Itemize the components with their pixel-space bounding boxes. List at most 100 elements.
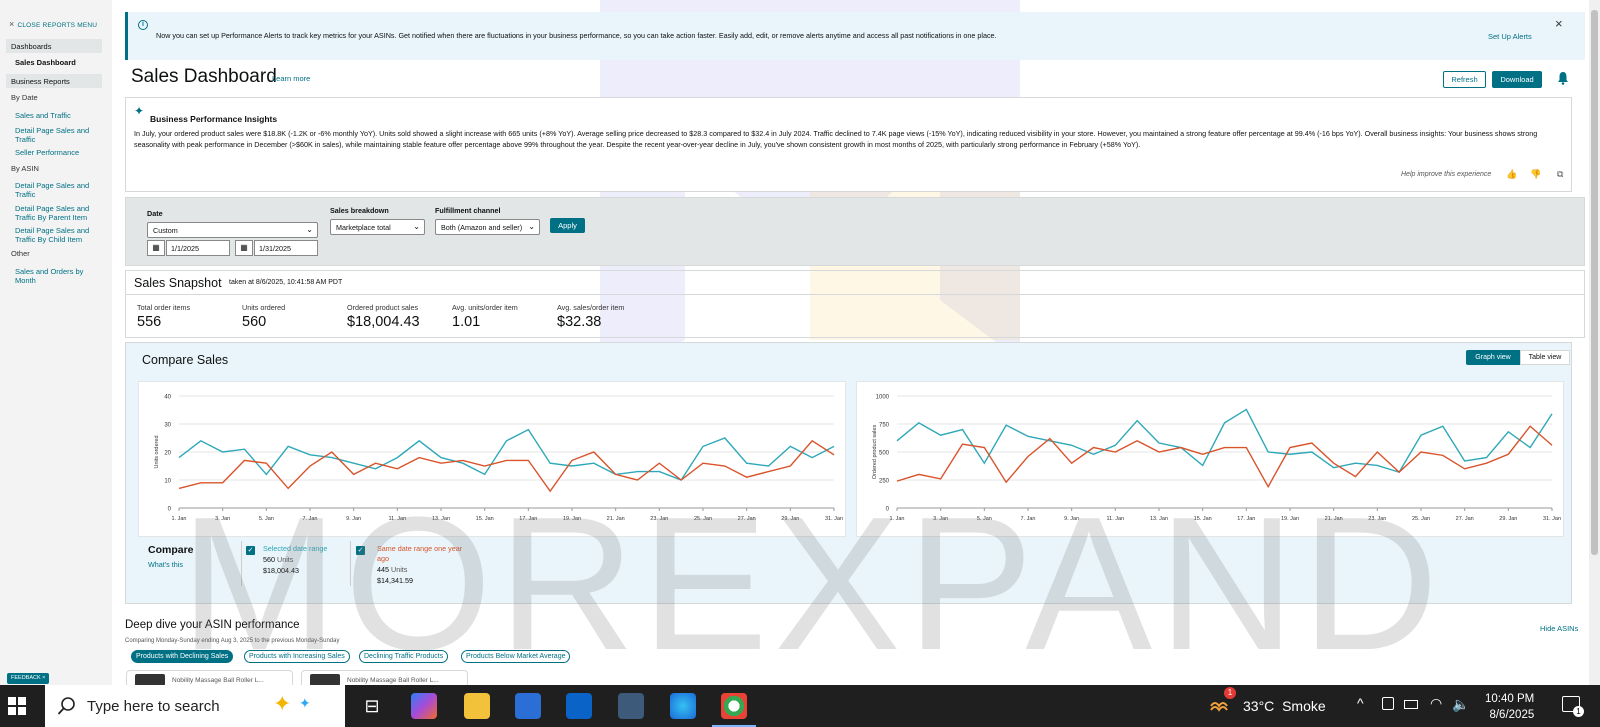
units-suffix: Units bbox=[391, 565, 408, 574]
metric-value: 560 bbox=[242, 314, 267, 330]
selected-units-value: 560 bbox=[263, 555, 275, 564]
microsoft-store-icon[interactable] bbox=[515, 693, 541, 719]
fulfillment-channel-label: Fulfillment channel bbox=[435, 206, 501, 215]
outlook-icon[interactable] bbox=[566, 693, 592, 719]
pill-declining-traffic[interactable]: Declining Traffic Products bbox=[359, 650, 449, 663]
sidebar-item-sales-orders-month[interactable]: Sales and Orders by Month bbox=[15, 267, 93, 285]
selected-range-units: 560 Units bbox=[263, 555, 293, 564]
compare-sales-panel: Compare Sales Graph view Table view 0 10 2… bbox=[125, 342, 1572, 604]
sidebar-item-asin-detail-page[interactable]: Detail Page Sales and Traffic bbox=[15, 181, 95, 199]
thumbs-up-icon[interactable]: 👍 bbox=[1506, 169, 1517, 179]
page-scrollbar[interactable] bbox=[1589, 0, 1600, 685]
hide-asins-link[interactable]: Hide ASINs bbox=[1540, 624, 1578, 633]
wifi-icon[interactable]: ◠ bbox=[1430, 695, 1442, 712]
chrome-icon[interactable] bbox=[721, 693, 747, 719]
y-tick-label: 1000 bbox=[876, 395, 890, 401]
edge-icon[interactable] bbox=[670, 693, 696, 719]
y-tick-label: 10 bbox=[164, 479, 171, 485]
sidebar-item-detail-page-sales-traffic[interactable]: Detail Page Sales and Traffic bbox=[15, 126, 95, 144]
volume-icon[interactable]: 🔈 bbox=[1452, 696, 1469, 713]
sidebar-item-asin-parent[interactable]: Detail Page Sales and Traffic By Parent … bbox=[15, 204, 107, 222]
learn-more-link[interactable]: Learn more bbox=[272, 74, 310, 83]
pill-increasing-sales[interactable]: Products with Increasing Sales bbox=[244, 650, 350, 663]
last-year-label: Same date range one year ago bbox=[377, 544, 463, 563]
refresh-button[interactable]: Refresh bbox=[1443, 71, 1486, 88]
sidebar-item-sales-dashboard[interactable]: Sales Dashboard bbox=[15, 58, 76, 67]
calculator-icon[interactable] bbox=[618, 693, 644, 719]
fulfillment-channel-select[interactable]: Both (Amazon and seller) ⌄ bbox=[435, 219, 540, 235]
system-clock[interactable]: 10:40 PM 8/6/2025 bbox=[1485, 691, 1534, 723]
end-date-input[interactable]: ▦ 1/31/2025 bbox=[235, 240, 319, 256]
metric-avg-sales-order-item: Avg. sales/order item $32.38 bbox=[557, 303, 624, 330]
graph-view-toggle[interactable]: Graph view bbox=[1466, 350, 1520, 365]
download-button[interactable]: Download bbox=[1492, 71, 1542, 88]
sales-breakdown-select[interactable]: Marketplace total ⌄ bbox=[330, 219, 425, 235]
date-range-value: Custom bbox=[153, 226, 178, 235]
close-reports-menu-link[interactable]: × CLOSE REPORTS MENU bbox=[9, 19, 97, 29]
divider bbox=[126, 294, 1584, 295]
chevron-down-icon: ⌄ bbox=[528, 222, 535, 231]
selected-range-label: Selected date range bbox=[263, 544, 328, 553]
sidebar-item-sales-and-traffic[interactable]: Sales and Traffic bbox=[15, 111, 105, 120]
bell-icon[interactable] bbox=[1557, 71, 1569, 85]
x-tick-label: 17. Jan bbox=[519, 516, 537, 522]
metric-label: Avg. sales/order item bbox=[557, 303, 625, 312]
x-tick-label: 25. Jan bbox=[694, 516, 712, 522]
product-card[interactable]: Nobility Massage Ball Roller L... bbox=[126, 670, 293, 686]
sidebar-item-seller-performance[interactable]: Seller Performance bbox=[15, 148, 105, 157]
weather-readout[interactable]: 33°C Smoke bbox=[1243, 698, 1326, 714]
chevron-down-icon: ⌄ bbox=[306, 225, 313, 234]
chevron-down-icon: ⌄ bbox=[413, 222, 420, 231]
sidebar-item-asin-child[interactable]: Detail Page Sales and Traffic By Child I… bbox=[15, 226, 103, 244]
windows-start-icon[interactable] bbox=[8, 697, 26, 715]
units-ordered-chart: 0 10 20 30 40 1. Jan 3. Jan 5. Jan 7. Jan 9. Jan 1… bbox=[138, 381, 846, 537]
divider bbox=[241, 541, 242, 586]
last-year-checkbox[interactable]: ✓ bbox=[356, 546, 365, 555]
thumbs-down-icon[interactable]: 👎 bbox=[1530, 169, 1541, 179]
y-axis-label: Units ordered bbox=[154, 435, 160, 468]
x-tick-label: 17. Jan bbox=[1237, 516, 1255, 522]
sparkles-icon: ✦ bbox=[273, 691, 292, 716]
copy-icon[interactable]: ⧉ bbox=[1557, 169, 1567, 179]
pill-declining-sales[interactable]: Products with Declining Sales bbox=[131, 650, 234, 663]
taskbar-search-box[interactable]: Type here to search ✦ ✦ bbox=[45, 685, 345, 727]
meet-now-icon[interactable] bbox=[1382, 697, 1394, 710]
y-tick-label: 30 bbox=[164, 423, 171, 429]
deep-dive-title: Deep dive your ASIN performance bbox=[125, 619, 300, 631]
file-explorer-icon[interactable] bbox=[464, 693, 490, 719]
product-card[interactable]: Nobility Massage Ball Roller L... bbox=[301, 670, 468, 686]
snapshot-timestamp: taken at 8/6/2025, 10:41:58 AM PDT bbox=[229, 279, 343, 286]
x-tick-label: 29. Jan bbox=[781, 516, 799, 522]
business-insights-panel: ✦ Business Performance Insights In July,… bbox=[125, 97, 1572, 192]
x-tick-label: 19. Jan bbox=[1281, 516, 1299, 522]
copilot-icon[interactable] bbox=[411, 693, 437, 719]
metric-units-ordered: Units ordered 560 bbox=[242, 303, 285, 330]
battery-icon[interactable] bbox=[1404, 700, 1418, 709]
sparkle-icon: ✦ bbox=[134, 104, 145, 118]
apply-button[interactable]: Apply bbox=[550, 218, 585, 233]
chevron-up-icon[interactable]: ^ bbox=[1357, 695, 1364, 711]
pill-below-market-average[interactable]: Products Below Market Average bbox=[461, 650, 571, 663]
setup-alerts-link[interactable]: Set Up Alerts bbox=[1488, 32, 1532, 41]
search-placeholder: Type here to search bbox=[87, 698, 220, 715]
sales-snapshot-panel: Sales Snapshot taken at 8/6/2025, 10:41:… bbox=[125, 270, 1585, 338]
x-tick-label: 23. Jan bbox=[650, 516, 668, 522]
feedback-button[interactable]: FEEDBACK × bbox=[7, 673, 50, 684]
sales-breakdown-label: Sales breakdown bbox=[330, 206, 389, 215]
close-icon: × bbox=[9, 19, 15, 29]
metric-label: Units ordered bbox=[242, 303, 286, 312]
close-icon[interactable]: × bbox=[1555, 16, 1563, 31]
whats-this-link[interactable]: What's this bbox=[148, 560, 183, 569]
x-tick-label: 3. Jan bbox=[215, 516, 230, 522]
selected-range-checkbox[interactable]: ✓ bbox=[246, 546, 255, 555]
series-line bbox=[896, 425, 1553, 489]
metric-total-order-items: Total order items 556 bbox=[137, 303, 190, 330]
sales-chart-svg: 0 250 500 750 1000 1. Jan 3. Jan 5. Jan 7. Jan 9.… bbox=[872, 395, 1561, 523]
task-view-icon[interactable]: ⊟ bbox=[359, 693, 385, 719]
start-date-input[interactable]: ▦ 1/1/2025 bbox=[147, 240, 231, 256]
date-range-select[interactable]: Custom ⌄ bbox=[147, 222, 318, 238]
table-view-toggle[interactable]: Table view bbox=[1520, 350, 1570, 365]
scrollbar-thumb[interactable] bbox=[1591, 10, 1598, 555]
end-date-value: 1/31/2025 bbox=[254, 240, 318, 256]
info-icon: i bbox=[138, 20, 148, 30]
